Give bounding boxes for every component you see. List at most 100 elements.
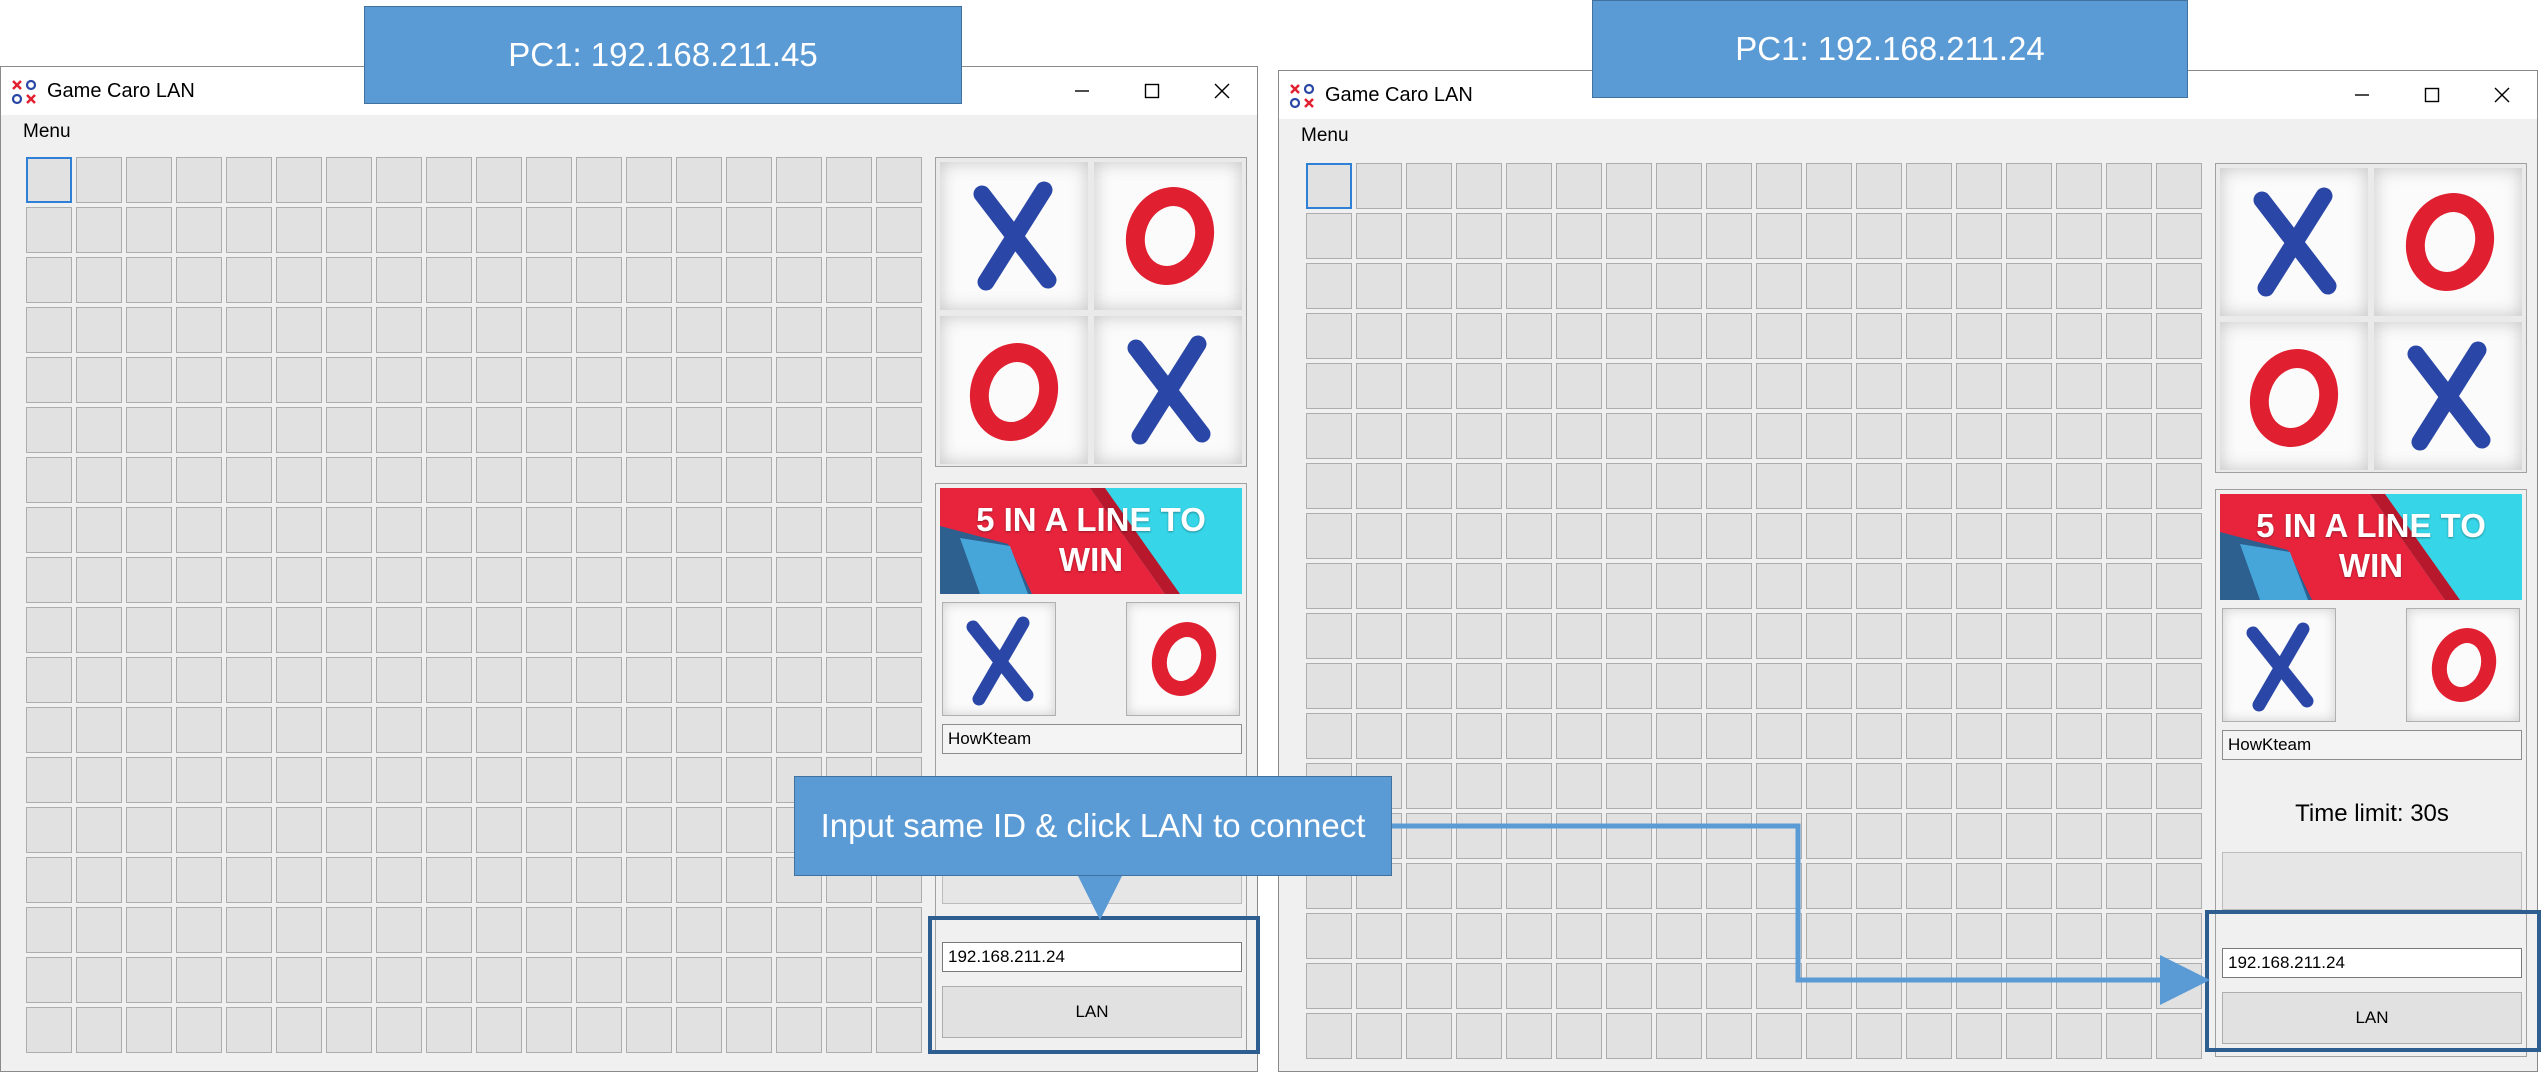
board-cell[interactable]	[726, 607, 772, 653]
board-cell[interactable]	[676, 607, 722, 653]
board-cell[interactable]	[876, 407, 922, 453]
board-cell[interactable]	[2106, 963, 2152, 1009]
board-cell[interactable]	[476, 257, 522, 303]
board-cell[interactable]	[1456, 713, 1502, 759]
board-cell[interactable]	[676, 957, 722, 1003]
board-cell[interactable]	[1756, 363, 1802, 409]
board-cell[interactable]	[176, 657, 222, 703]
board-cell[interactable]	[26, 257, 72, 303]
board-cell[interactable]	[2106, 613, 2152, 659]
board-cell[interactable]	[476, 207, 522, 253]
board-cell[interactable]	[326, 807, 372, 853]
board-cell[interactable]	[676, 157, 722, 203]
board-cell[interactable]	[576, 607, 622, 653]
board-cell[interactable]	[426, 907, 472, 953]
board-cell[interactable]	[576, 1007, 622, 1053]
board-cell[interactable]	[176, 807, 222, 853]
board-cell[interactable]	[726, 1007, 772, 1053]
board-cell[interactable]	[1456, 763, 1502, 809]
board-cell[interactable]	[1856, 313, 1902, 359]
board-cell[interactable]	[1606, 313, 1652, 359]
board-cell[interactable]	[26, 357, 72, 403]
board-cell[interactable]	[1856, 713, 1902, 759]
board-cell[interactable]	[826, 657, 872, 703]
board-cell[interactable]	[1956, 363, 2002, 409]
board-cell[interactable]	[76, 157, 122, 203]
board-cell[interactable]	[776, 457, 822, 503]
board-cell[interactable]	[26, 957, 72, 1003]
board-cell[interactable]	[2156, 913, 2202, 959]
board-cell[interactable]	[1456, 463, 1502, 509]
board-cell[interactable]	[326, 507, 372, 553]
board-cell[interactable]	[26, 307, 72, 353]
board-cell[interactable]	[1856, 863, 1902, 909]
board-cell[interactable]	[76, 457, 122, 503]
board-cell[interactable]	[1556, 513, 1602, 559]
board-cell[interactable]	[676, 557, 722, 603]
board-cell[interactable]	[1356, 513, 1402, 559]
board-cell[interactable]	[1506, 863, 1552, 909]
board-cell[interactable]	[526, 357, 572, 403]
board-cell[interactable]	[2156, 1013, 2202, 1059]
board-cell[interactable]	[726, 157, 772, 203]
board-cell[interactable]	[2006, 563, 2052, 609]
board-cell[interactable]	[1906, 1013, 1952, 1059]
board-cell[interactable]	[626, 457, 672, 503]
board-cell[interactable]	[1706, 1013, 1752, 1059]
board-cell[interactable]	[726, 807, 772, 853]
board-cell[interactable]	[1306, 263, 1352, 309]
board-cell[interactable]	[1806, 413, 1852, 459]
board-cell[interactable]	[2006, 863, 2052, 909]
board-cell[interactable]	[176, 1007, 222, 1053]
board-cell[interactable]	[176, 207, 222, 253]
board-cell[interactable]	[126, 257, 172, 303]
board-cell[interactable]	[176, 857, 222, 903]
board-cell[interactable]	[76, 757, 122, 803]
board-cell[interactable]	[726, 557, 772, 603]
board-cell[interactable]	[1806, 363, 1852, 409]
board-cell[interactable]	[576, 507, 622, 553]
board-cell[interactable]	[1756, 963, 1802, 1009]
board-cell[interactable]	[1306, 463, 1352, 509]
board-cell[interactable]	[376, 257, 422, 303]
board-cell[interactable]	[1356, 913, 1402, 959]
board-cell[interactable]	[826, 307, 872, 353]
board-cell[interactable]	[1556, 963, 1602, 1009]
board-cell[interactable]	[1306, 663, 1352, 709]
board-cell[interactable]	[326, 357, 372, 403]
board-cell[interactable]	[226, 257, 272, 303]
board-cell[interactable]	[526, 857, 572, 903]
board-cell[interactable]	[1606, 413, 1652, 459]
board-cell[interactable]	[176, 557, 222, 603]
board-cell[interactable]	[676, 807, 722, 853]
board-cell[interactable]	[2106, 813, 2152, 859]
close-button[interactable]	[1187, 67, 1257, 115]
board-cell[interactable]	[1606, 813, 1652, 859]
board-cell[interactable]	[2106, 263, 2152, 309]
board-cell[interactable]	[1356, 263, 1402, 309]
board-cell[interactable]	[1706, 463, 1752, 509]
board-cell[interactable]	[1356, 1013, 1402, 1059]
board-cell[interactable]	[2056, 213, 2102, 259]
board-cell[interactable]	[1506, 463, 1552, 509]
board-cell[interactable]	[876, 907, 922, 953]
board-cell[interactable]	[1806, 513, 1852, 559]
board-cell[interactable]	[576, 757, 622, 803]
board-cell[interactable]	[76, 407, 122, 453]
board-cell[interactable]	[1406, 413, 1452, 459]
board-cell[interactable]	[76, 657, 122, 703]
board-cell[interactable]	[1806, 763, 1852, 809]
board-cell[interactable]	[1506, 713, 1552, 759]
player-name-field[interactable]: HowKteam	[2222, 730, 2522, 760]
board-cell[interactable]	[1906, 613, 1952, 659]
board-cell[interactable]	[626, 857, 672, 903]
board-cell[interactable]	[376, 1007, 422, 1053]
board-cell[interactable]	[1756, 663, 1802, 709]
board-cell[interactable]	[1906, 863, 1952, 909]
board-cell[interactable]	[576, 457, 622, 503]
board-cell[interactable]	[1356, 163, 1402, 209]
board-cell[interactable]	[1756, 813, 1802, 859]
board-cell[interactable]	[276, 757, 322, 803]
board-cell[interactable]	[876, 957, 922, 1003]
board-cell[interactable]	[426, 557, 472, 603]
